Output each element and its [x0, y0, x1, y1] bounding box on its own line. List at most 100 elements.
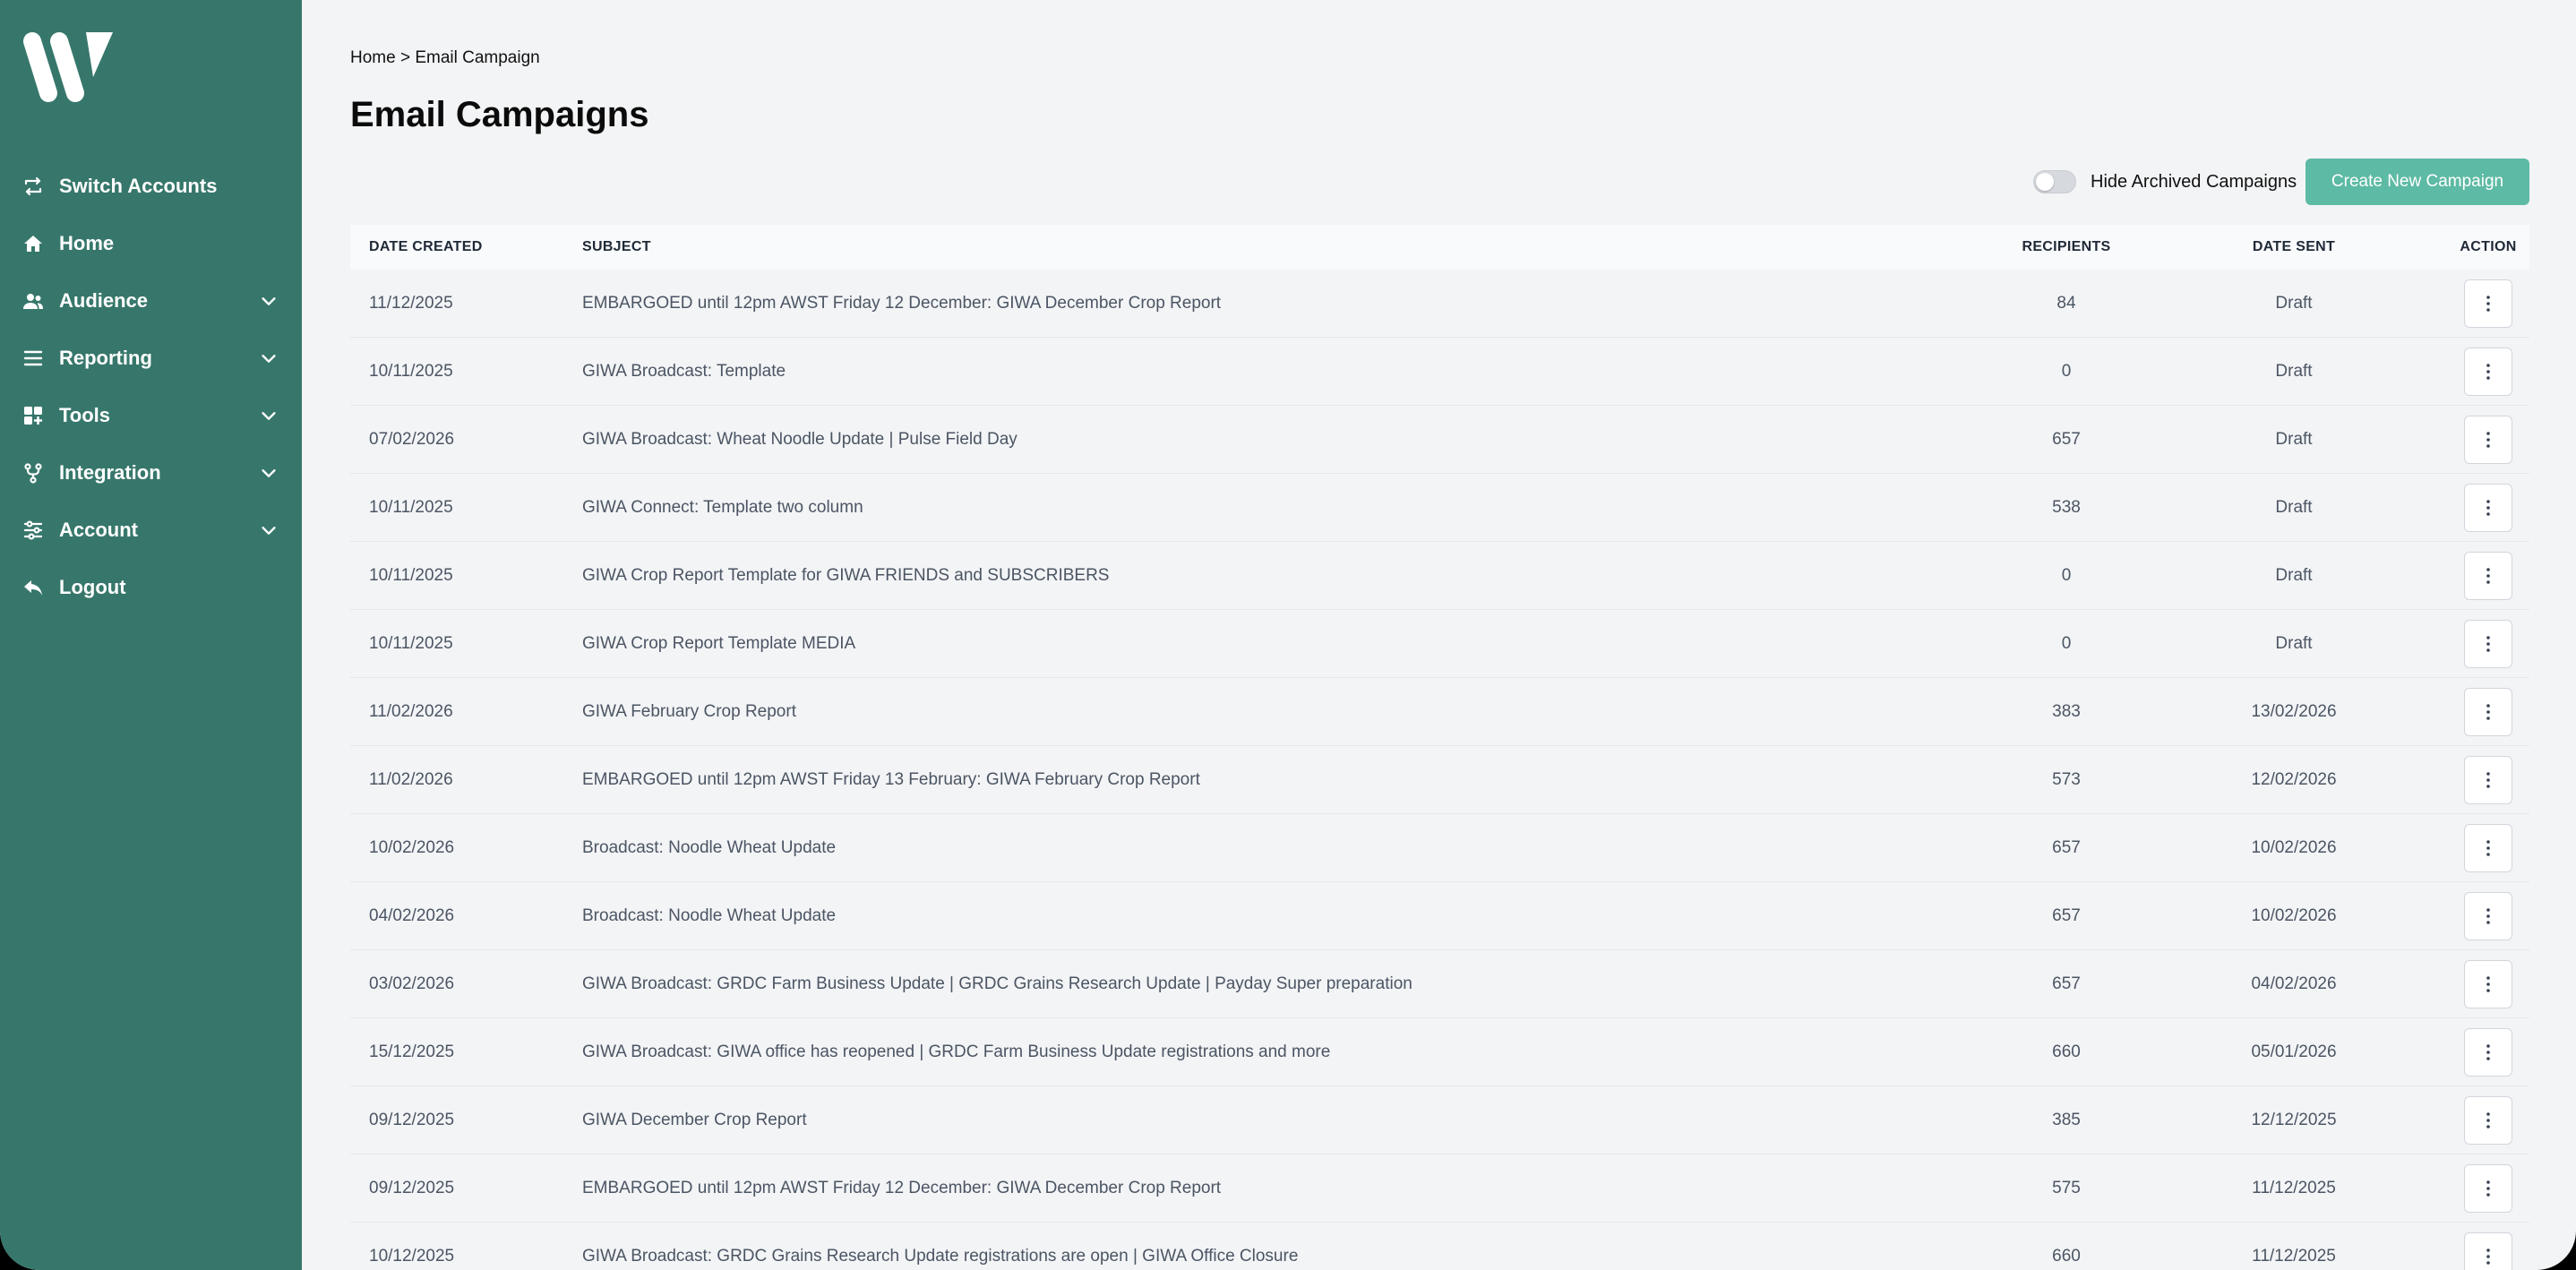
- audience-icon: [21, 289, 45, 313]
- cell-subject[interactable]: EMBARGOED until 12pm AWST Friday 12 Dece…: [582, 270, 1221, 338]
- hide-archived-label: Hide Archived Campaigns: [2091, 171, 2297, 192]
- sidebar-item-account[interactable]: Account: [0, 502, 302, 559]
- table-row[interactable]: 10/02/2026 Broadcast: Noodle Wheat Update…: [350, 814, 2529, 882]
- row-actions-button[interactable]: [2464, 1232, 2512, 1270]
- table-row[interactable]: 03/02/2026 GIWA Broadcast: GRDC Farm Busi…: [350, 950, 2529, 1018]
- toggle-knob: [2036, 173, 2054, 191]
- cell-subject[interactable]: GIWA Crop Report Template for GIWA FRIEN…: [582, 542, 1109, 610]
- cell-subject[interactable]: GIWA Broadcast: Wheat Noodle Update | Pu…: [582, 406, 1018, 474]
- row-actions-button[interactable]: [2464, 824, 2512, 872]
- sidebar-item-switch-accounts[interactable]: Switch Accounts: [0, 158, 302, 215]
- campaigns-table: DATE CREATED SUBJECT RECIPIENTS DATE SEN…: [350, 225, 2529, 1270]
- table-row[interactable]: 10/12/2025 GIWA Broadcast: GRDC Grains Re…: [350, 1223, 2529, 1270]
- row-actions-button[interactable]: [2464, 484, 2512, 532]
- tools-icon: [21, 404, 45, 427]
- row-actions-button[interactable]: [2464, 620, 2512, 668]
- sidebar-item-home[interactable]: Home: [0, 215, 302, 272]
- row-actions-button[interactable]: [2464, 688, 2512, 736]
- cell-subject[interactable]: GIWA Broadcast: Template: [582, 338, 786, 406]
- sidebar: Switch Accounts Home Audience Reporting …: [0, 0, 302, 1270]
- table-row[interactable]: 10/11/2025 GIWA Crop Report Template MEDI…: [350, 610, 2529, 678]
- more-vertical-icon: [2486, 568, 2490, 584]
- cell-subject[interactable]: EMBARGOED until 12pm AWST Friday 13 Febr…: [582, 746, 1200, 814]
- sidebar-item-reporting[interactable]: Reporting: [0, 330, 302, 387]
- chevron-down-icon[interactable]: [259, 406, 279, 425]
- sidebar-item-logout[interactable]: Logout: [0, 559, 302, 616]
- row-actions-button[interactable]: [2464, 348, 2512, 396]
- table-row[interactable]: 09/12/2025 GIWA December Crop Report 385 12…: [350, 1086, 2529, 1154]
- cell-subject[interactable]: EMBARGOED until 12pm AWST Friday 12 Dece…: [582, 1154, 1221, 1223]
- table-row[interactable]: 10/11/2025 GIWA Crop Report Template for …: [350, 542, 2529, 610]
- cell-date-created: 15/12/2025: [369, 1043, 455, 1061]
- cell-recipients: 660: [2052, 1247, 2081, 1266]
- cell-action: [2464, 338, 2512, 406]
- cell-date-created: 03/02/2026: [369, 974, 455, 993]
- cell-date-sent: 05/01/2026: [2251, 1043, 2337, 1061]
- table-row[interactable]: 10/11/2025 GIWA Connect: Template two col…: [350, 474, 2529, 542]
- column-header-date-sent[interactable]: DATE SENT: [2222, 239, 2366, 255]
- cell-subject[interactable]: GIWA December Crop Report: [582, 1086, 807, 1154]
- sidebar-item-label: Reporting: [59, 347, 152, 369]
- table-row[interactable]: 09/12/2025 EMBARGOED until 12pm AWST Frid…: [350, 1154, 2529, 1223]
- account-icon: [21, 519, 45, 542]
- cell-subject[interactable]: GIWA Broadcast: GRDC Farm Business Updat…: [582, 950, 1413, 1018]
- cell-date-created: 07/02/2026: [369, 430, 455, 449]
- cell-subject[interactable]: GIWA Connect: Template two column: [582, 474, 863, 542]
- more-vertical-icon: [2486, 704, 2490, 720]
- cell-subject[interactable]: GIWA Broadcast: GIWA office has reopened…: [582, 1018, 1330, 1086]
- hide-archived-toggle[interactable]: [2033, 170, 2076, 193]
- row-actions-button[interactable]: [2464, 279, 2512, 328]
- more-vertical-icon: [2486, 908, 2490, 924]
- chevron-down-icon[interactable]: [259, 348, 279, 368]
- cell-date-sent: Draft: [2275, 430, 2313, 449]
- cell-subject[interactable]: Broadcast: Noodle Wheat Update: [582, 814, 836, 882]
- row-actions-button[interactable]: [2464, 960, 2512, 1008]
- sidebar-item-label: Switch Accounts: [59, 175, 218, 197]
- sidebar-item-label: Account: [59, 519, 138, 541]
- row-actions-button[interactable]: [2464, 552, 2512, 600]
- sidebar-item-tools[interactable]: Tools: [0, 387, 302, 444]
- chevron-down-icon[interactable]: [259, 291, 279, 311]
- cell-recipients: 84: [2057, 294, 2076, 313]
- cell-date-sent: Draft: [2275, 294, 2313, 313]
- w-logo-icon[interactable]: [21, 30, 115, 104]
- sidebar-item-label: Tools: [59, 404, 111, 426]
- column-header-date-created[interactable]: DATE CREATED: [369, 239, 483, 255]
- cell-date-created: 09/12/2025: [369, 1111, 455, 1129]
- more-vertical-icon: [2486, 636, 2490, 652]
- cell-subject[interactable]: GIWA Broadcast: GRDC Grains Research Upd…: [582, 1223, 1298, 1270]
- row-actions-button[interactable]: [2464, 892, 2512, 940]
- table-row[interactable]: 11/02/2026 GIWA February Crop Report 383 13…: [350, 678, 2529, 746]
- column-header-subject[interactable]: SUBJECT: [582, 239, 651, 255]
- cell-subject[interactable]: Broadcast: Noodle Wheat Update: [582, 882, 836, 950]
- switch-accounts-icon: [21, 175, 45, 198]
- table-row[interactable]: 10/11/2025 GIWA Broadcast: Template 0 Draft: [350, 338, 2529, 406]
- cell-subject[interactable]: GIWA February Crop Report: [582, 678, 796, 746]
- breadcrumb[interactable]: Home > Email Campaign: [350, 48, 540, 68]
- table-row[interactable]: 04/02/2026 Broadcast: Noodle Wheat Update…: [350, 882, 2529, 950]
- sidebar-item-integration[interactable]: Integration: [0, 444, 302, 502]
- chevron-down-icon[interactable]: [259, 463, 279, 483]
- table-row[interactable]: 11/12/2025 EMBARGOED until 12pm AWST Frid…: [350, 270, 2529, 338]
- table-body: 11/12/2025 EMBARGOED until 12pm AWST Frid…: [350, 270, 2529, 1270]
- cell-subject[interactable]: GIWA Crop Report Template MEDIA: [582, 610, 855, 678]
- more-vertical-icon: [2486, 1112, 2490, 1128]
- table-row[interactable]: 11/02/2026 EMBARGOED until 12pm AWST Frid…: [350, 746, 2529, 814]
- chevron-down-icon[interactable]: [259, 520, 279, 540]
- more-vertical-icon: [2486, 1249, 2490, 1265]
- row-actions-button[interactable]: [2464, 1028, 2512, 1077]
- row-actions-button[interactable]: [2464, 1164, 2512, 1213]
- cell-action: [2464, 950, 2512, 1018]
- row-actions-button[interactable]: [2464, 416, 2512, 464]
- row-actions-button[interactable]: [2464, 756, 2512, 804]
- create-new-campaign-button[interactable]: Create New Campaign: [2306, 159, 2529, 205]
- table-row[interactable]: 07/02/2026 GIWA Broadcast: Wheat Noodle U…: [350, 406, 2529, 474]
- row-actions-button[interactable]: [2464, 1096, 2512, 1145]
- table-row[interactable]: 15/12/2025 GIWA Broadcast: GIWA office ha…: [350, 1018, 2529, 1086]
- cell-action: [2464, 1154, 2512, 1223]
- column-header-recipients[interactable]: RECIPIENTS: [2022, 239, 2111, 255]
- sidebar-item-label: Integration: [59, 461, 161, 484]
- cell-action: [2464, 474, 2512, 542]
- cell-recipients: 657: [2052, 430, 2081, 449]
- sidebar-item-audience[interactable]: Audience: [0, 272, 302, 330]
